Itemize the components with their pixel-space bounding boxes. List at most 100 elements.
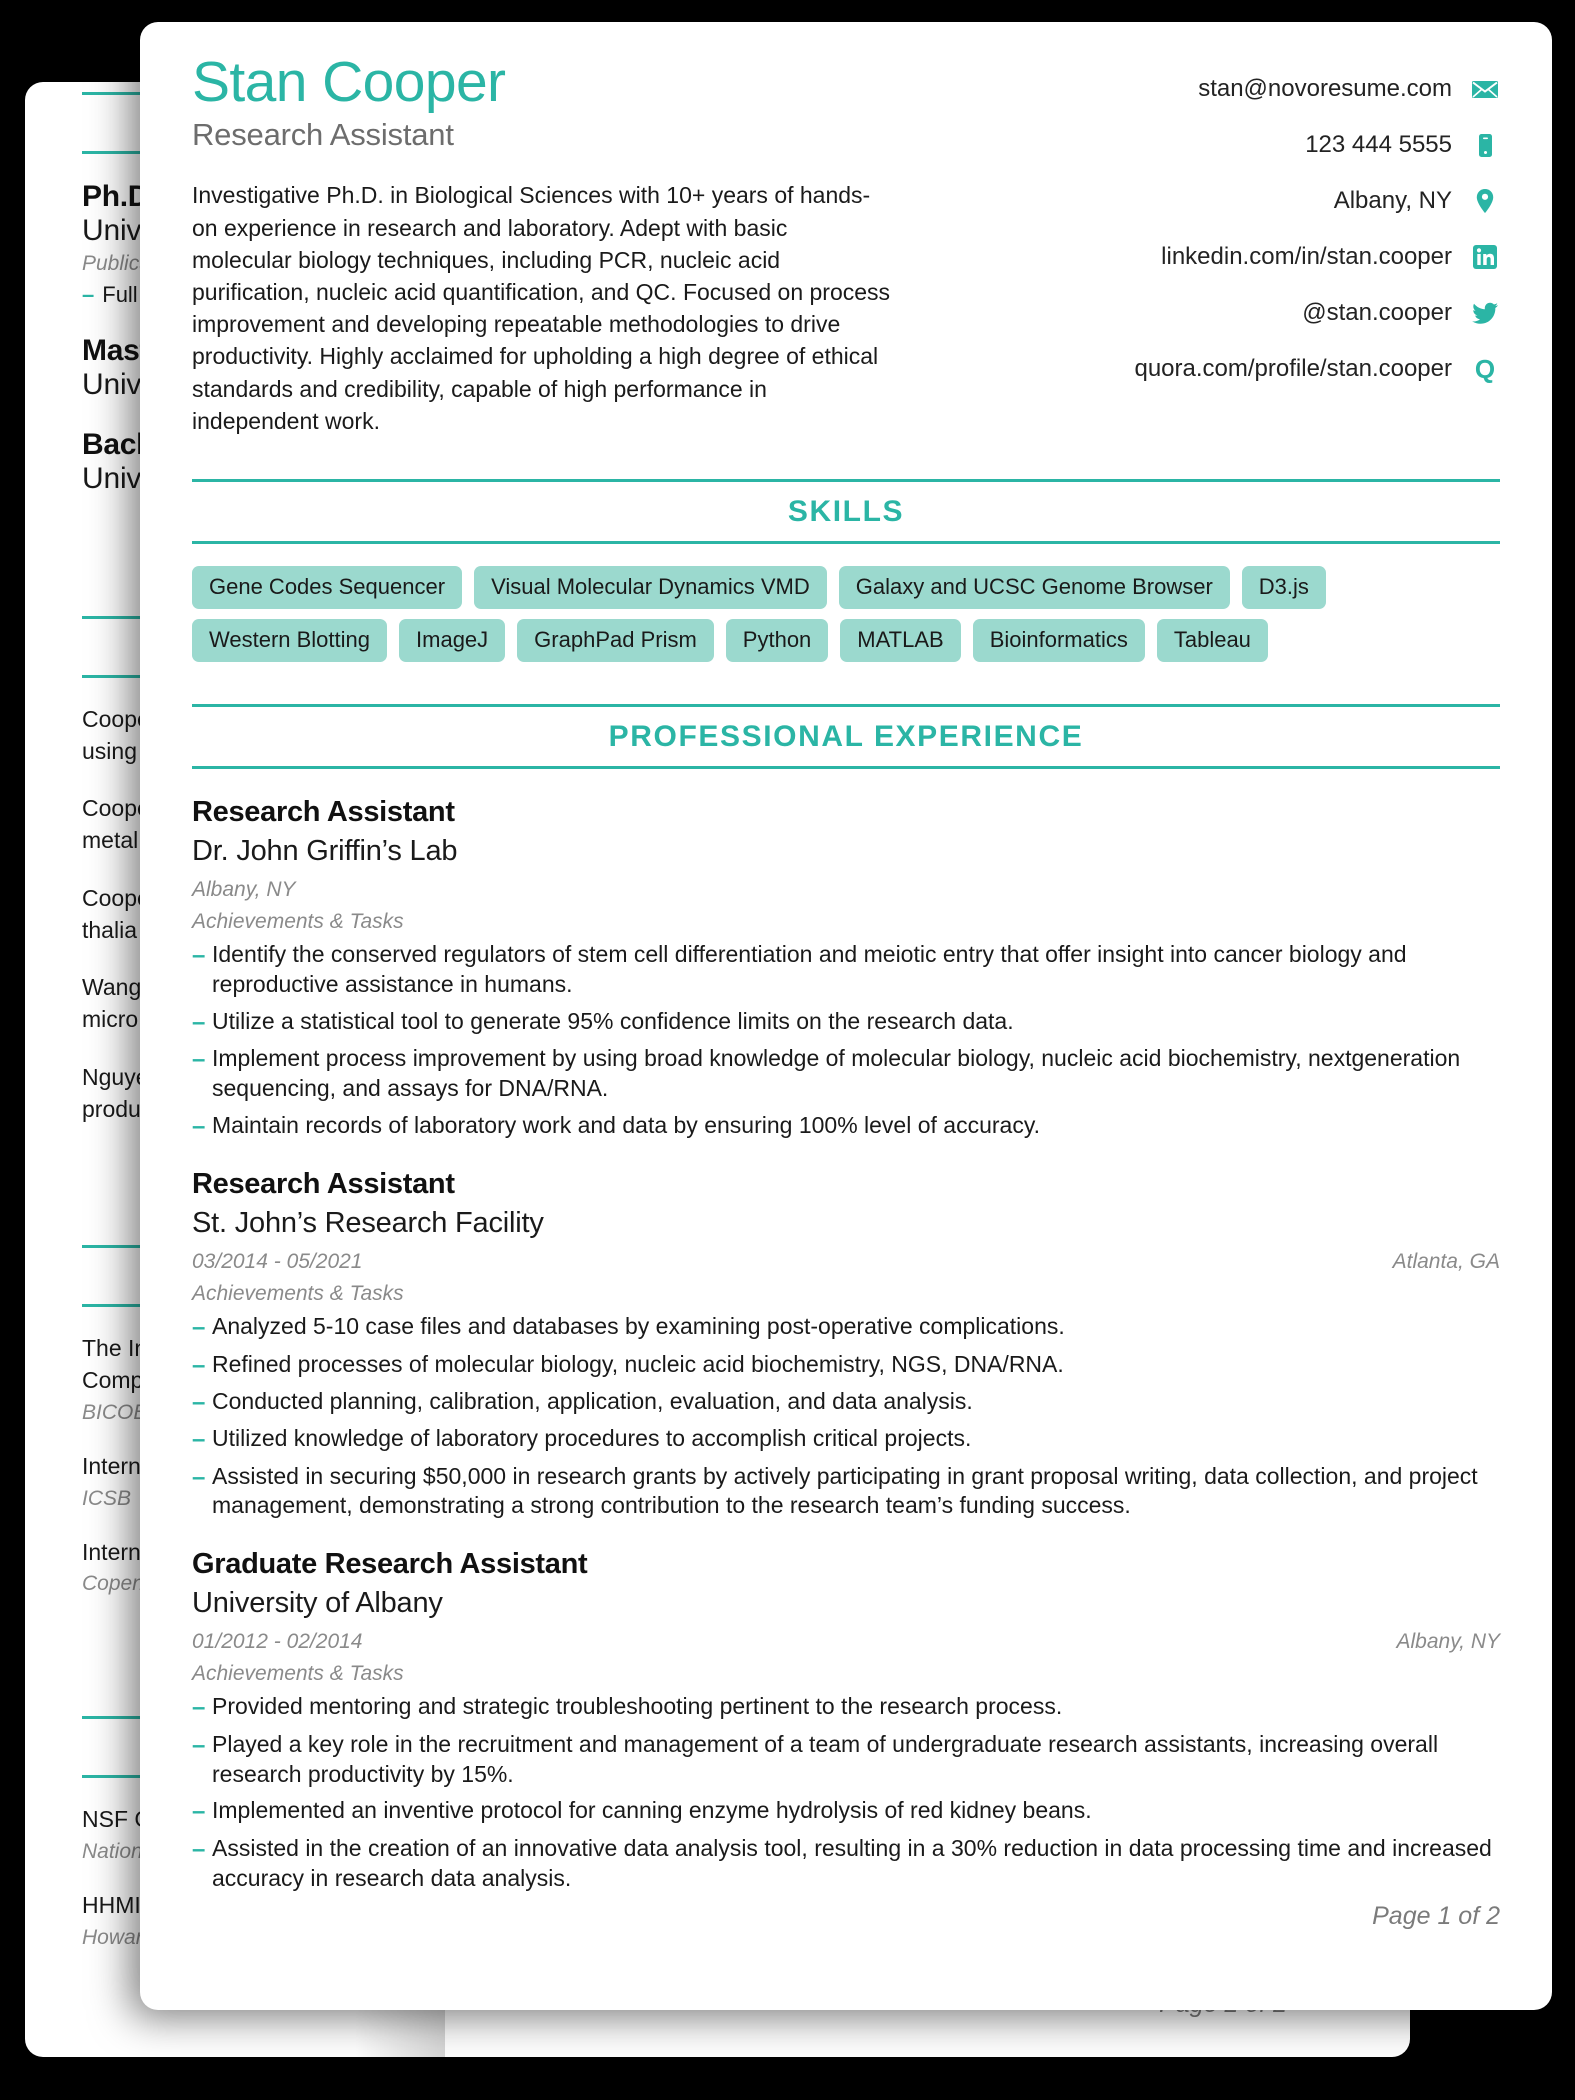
contact-item-email[interactable]: stan@novoresume.com	[892, 64, 1500, 114]
bullet-text: Utilized knowledge of laboratory procedu…	[212, 1425, 972, 1452]
contact-location-text: Albany, NY	[1333, 187, 1452, 214]
bullet-dash-icon: –	[192, 1798, 206, 1826]
phone-icon	[1470, 130, 1500, 160]
bullet-dash-icon: –	[192, 1113, 206, 1141]
contact-item-linkedin[interactable]: linkedin.com/in/stan.cooper	[892, 232, 1500, 282]
contact-item-quora[interactable]: quora.com/profile/stan.cooper Q	[892, 344, 1500, 394]
contact-item-phone[interactable]: 123 444 5555	[892, 120, 1500, 170]
experience-meta: 01/2012 - 02/2014 Albany, NY	[192, 1630, 1500, 1654]
job-role-subtitle: Research Assistant	[192, 117, 454, 153]
bullet-dash-icon: –	[192, 1426, 206, 1454]
experience-meta: Albany, NY	[192, 878, 1500, 902]
bullet-dash-icon: –	[192, 942, 206, 970]
bullet-item: – Refined processes of molecular biology,…	[192, 1350, 1500, 1380]
bullet-dash-icon: –	[192, 1463, 206, 1491]
bullet-text: Analyzed 5-10 case files and databases b…	[212, 1313, 1065, 1340]
skill-tag[interactable]: Python	[725, 619, 829, 663]
bullet-dash-icon: –	[82, 282, 95, 307]
profile-summary: Investigative Ph.D. in Biological Scienc…	[192, 182, 891, 434]
bullet-item: – Utilize a statistical tool to generate …	[192, 1007, 1500, 1037]
experience-location: Albany, NY	[1396, 1630, 1501, 1654]
skill-tag[interactable]: MATLAB	[840, 619, 961, 663]
bullet-item: – Identify the conserved regulators of st…	[192, 940, 1500, 1000]
bullet-text: Provided mentoring and strategic trouble…	[212, 1693, 1063, 1720]
skill-tag[interactable]: Visual Molecular Dynamics VMD	[474, 565, 827, 610]
experience-bullets: – Analyzed 5-10 case files and databases …	[192, 1312, 1500, 1521]
contact-linkedin-text: linkedin.com/in/stan.cooper	[1161, 243, 1452, 270]
bullet-dash-icon: –	[192, 1046, 206, 1074]
bullet-item: – Assisted in securing $50,000 in researc…	[192, 1462, 1500, 1522]
experience-entry: Research Assistant Dr. John Griffin’s La…	[192, 795, 1500, 1141]
resume-header: Stan Cooper Research Assistant Investiga…	[192, 52, 1500, 437]
svg-text:Q: Q	[1475, 354, 1495, 384]
bullet-text: Assisted in the creation of an innovativ…	[212, 1834, 1492, 1891]
bullet-dash-icon: –	[192, 1389, 206, 1416]
skill-row: Western Blotting ImageJ GraphPad Prism P…	[192, 619, 1500, 663]
skill-tag[interactable]: Galaxy and UCSC Genome Browser	[838, 565, 1230, 610]
bullet-dash-icon: –	[192, 1314, 206, 1342]
contact-item-twitter[interactable]: @stan.cooper	[892, 288, 1500, 338]
achievements-label: Achievements & Tasks	[192, 1662, 404, 1686]
bullet-text: Identify the conserved regulators of ste…	[212, 941, 1407, 998]
bullet-item: – Played a key role in the recruitment an…	[192, 1730, 1500, 1790]
contact-quora-text: quora.com/profile/stan.cooper	[1134, 355, 1452, 382]
page-1-footer: Page 1 of 2	[1372, 1902, 1500, 1930]
bullet-item: – Conducted planning, calibration, applic…	[192, 1387, 1500, 1417]
bullet-text: Refined processes of molecular biology, …	[212, 1350, 1064, 1377]
skills-heading: SKILLS	[787, 494, 905, 528]
experience-bullets: – Identify the conserved regulators of st…	[192, 940, 1500, 1141]
contact-list: stan@novoresume.com 123 444 5555 Albany,…	[892, 52, 1500, 400]
skill-tag[interactable]: Tableau	[1156, 619, 1268, 663]
bullet-item: – Utilized knowledge of laboratory proced…	[192, 1424, 1500, 1454]
experience-company: University of Albany	[192, 1587, 443, 1620]
experience-job-title: Graduate Research Assistant	[192, 1548, 588, 1581]
bullet-dash-icon: –	[192, 1731, 206, 1759]
skill-tag[interactable]: Bioinformatics	[972, 619, 1145, 663]
experience-entry: Research Assistant St. John’s Research F…	[192, 1167, 1500, 1521]
skill-tag[interactable]: ImageJ	[399, 619, 506, 663]
email-icon	[1470, 74, 1500, 104]
skill-tag[interactable]: D3.js	[1241, 565, 1326, 610]
quora-icon: Q	[1470, 354, 1500, 384]
achievements-label: Achievements & Tasks	[192, 1282, 404, 1306]
bullet-dash-icon: –	[192, 1351, 206, 1379]
experience-meta: 03/2014 - 05/2021 Atlanta, GA	[192, 1250, 1500, 1274]
bullet-item: – Provided mentoring and strategic troubl…	[192, 1692, 1500, 1722]
header-identity-block: Stan Cooper Research Assistant Investiga…	[192, 52, 892, 437]
experience-section-header: PROFESSIONAL EXPERIENCE	[192, 704, 1500, 770]
contact-email-text: stan@novoresume.com	[1198, 75, 1452, 102]
twitter-icon	[1470, 298, 1500, 328]
experience-bullets: – Provided mentoring and strategic troubl…	[192, 1692, 1500, 1893]
bullet-text: Assisted in securing $50,000 in research…	[212, 1462, 1478, 1519]
experience-entry: Graduate Research Assistant University o…	[192, 1547, 1500, 1893]
bullet-text: Conducted planning, calibration, applica…	[212, 1388, 973, 1414]
contact-twitter-text: @stan.cooper	[1302, 299, 1452, 326]
skill-tag[interactable]: Gene Codes Sequencer	[192, 565, 463, 610]
experience-dates: 03/2014 - 05/2021	[192, 1250, 363, 1274]
page-1-content: Stan Cooper Research Assistant Investiga…	[192, 52, 1500, 2010]
bullet-item: – Maintain records of laboratory work and…	[192, 1111, 1500, 1141]
resume-page-1[interactable]: Stan Cooper Research Assistant Investiga…	[140, 22, 1552, 2010]
skill-tag[interactable]: Western Blotting	[192, 619, 388, 663]
skill-tag[interactable]: GraphPad Prism	[517, 619, 714, 663]
experience-job-title: Research Assistant	[192, 796, 455, 829]
bullet-text: Utilize a statistical tool to generate 9…	[212, 1008, 1014, 1035]
bullet-text: Implement process improvement by using b…	[212, 1045, 1461, 1102]
experience-location: Albany, NY	[192, 878, 296, 902]
skills-list: Gene Codes Sequencer Visual Molecular Dy…	[192, 565, 1500, 663]
experience-job-title: Research Assistant	[192, 1168, 455, 1201]
contact-phone-text: 123 444 5555	[1305, 131, 1452, 158]
bullet-item: – Implemented an inventive protocol for c…	[192, 1796, 1500, 1826]
linkedin-icon	[1470, 242, 1500, 272]
contact-item-location[interactable]: Albany, NY	[892, 176, 1500, 226]
experience-location: Atlanta, GA	[1392, 1250, 1500, 1274]
bullet-dash-icon: –	[192, 1694, 206, 1722]
skills-section-header: SKILLS	[192, 478, 1500, 544]
experience-heading: PROFESSIONAL EXPERIENCE	[608, 720, 1084, 754]
experience-company: St. John’s Research Facility	[192, 1207, 544, 1240]
bullet-dash-icon: –	[192, 1009, 206, 1037]
achievements-label: Achievements & Tasks	[192, 910, 404, 934]
experience-dates: 01/2012 - 02/2014	[192, 1630, 363, 1654]
bullet-item: – Assisted in the creation of an innovati…	[192, 1834, 1500, 1894]
bullet-item: – Implement process improvement by using …	[192, 1044, 1500, 1104]
